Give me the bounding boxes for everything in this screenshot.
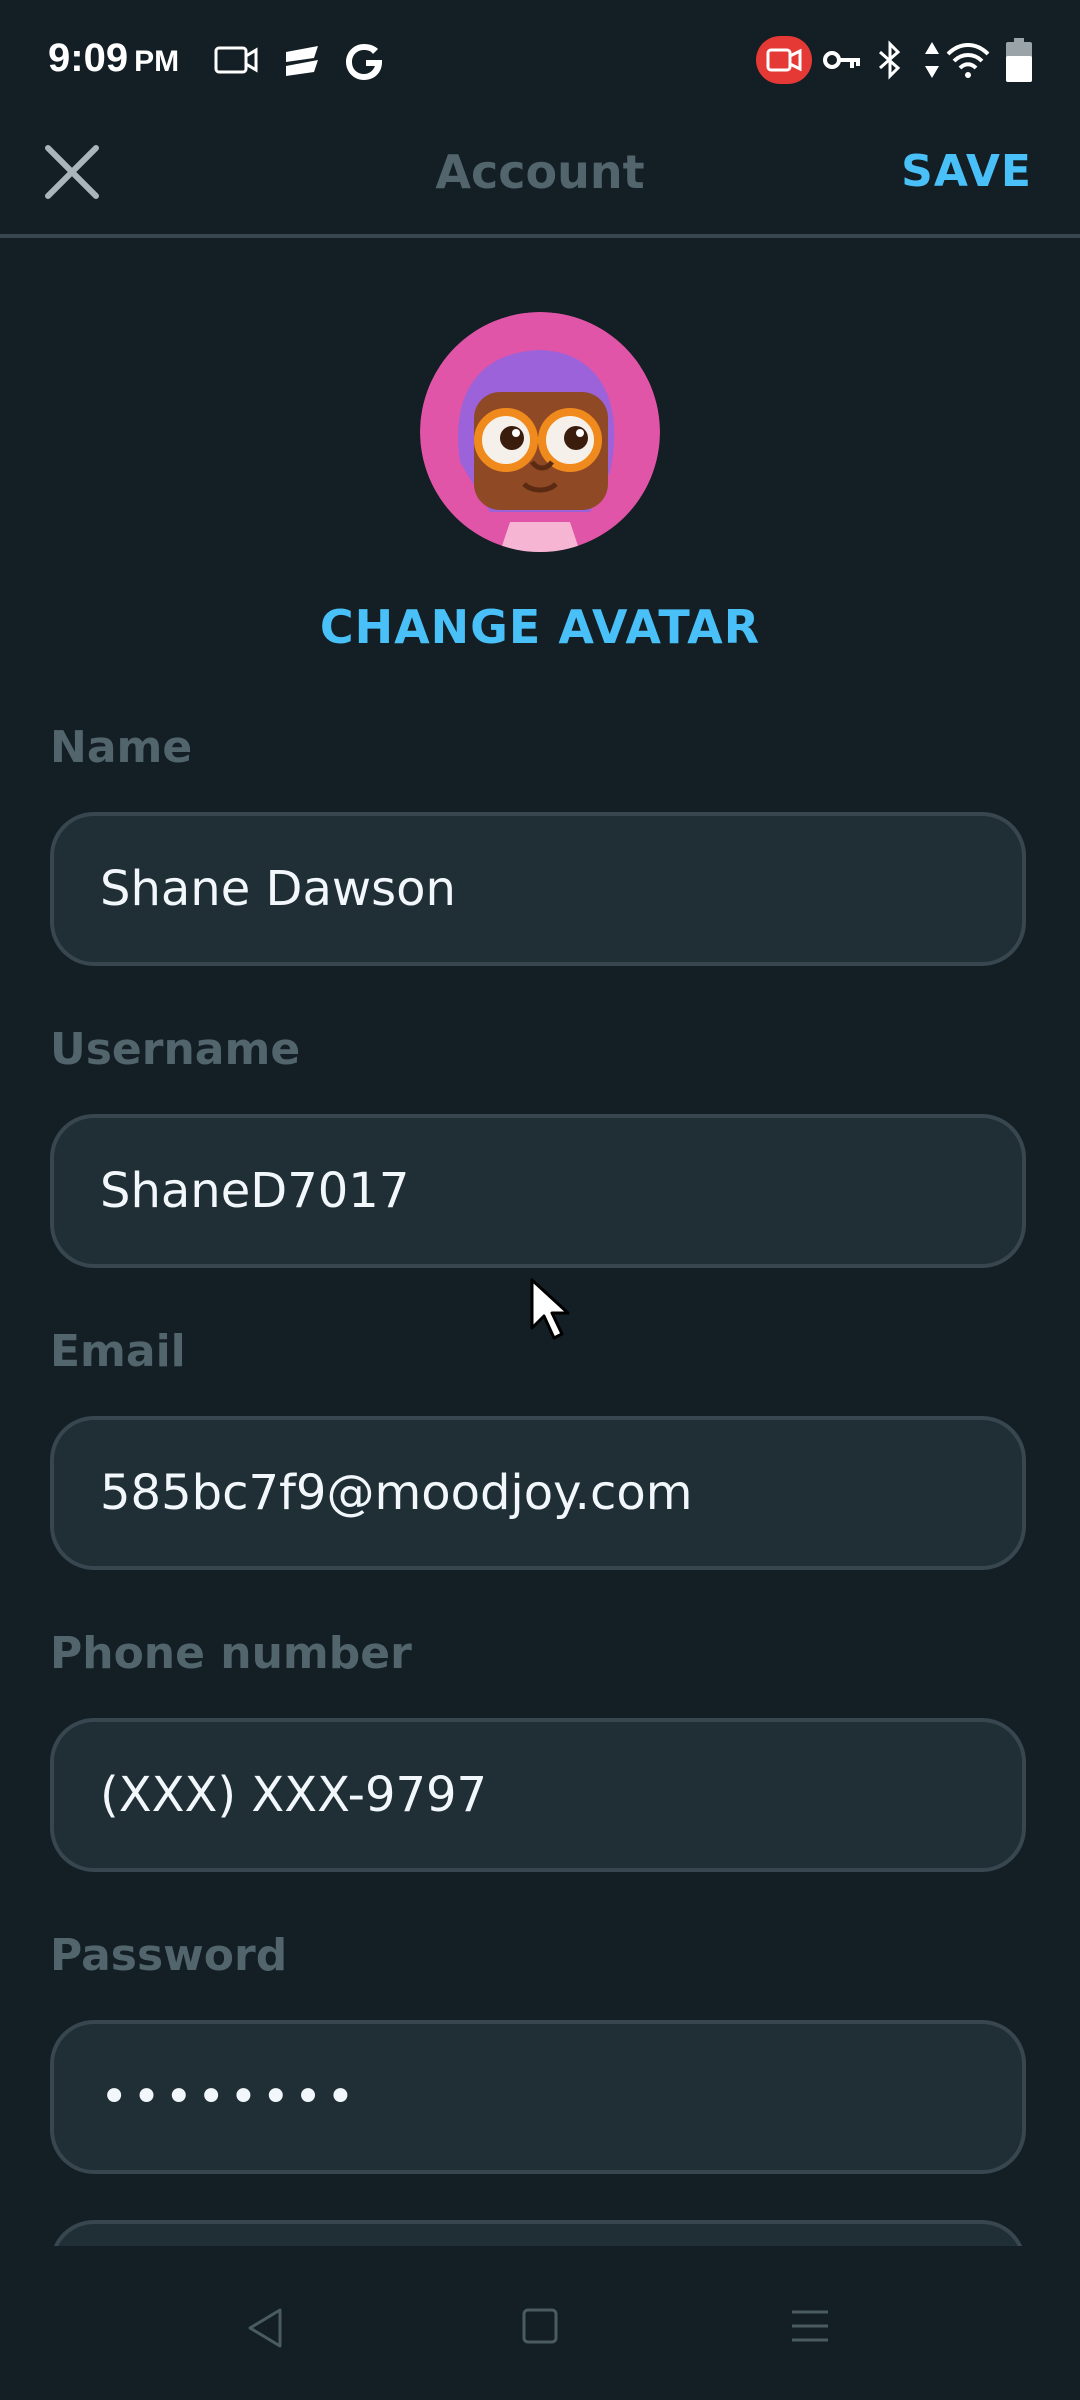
- email-field[interactable]: 585bc7f9@moodjoy.com: [50, 1416, 1026, 1570]
- system-nav-bar: [0, 2268, 1080, 2400]
- email-label: Email: [50, 1326, 186, 1377]
- google-icon: [346, 44, 382, 80]
- app-header: Account SAVE: [0, 120, 1080, 236]
- screen-record-icon: [214, 46, 258, 74]
- username-field[interactable]: ShaneD7017: [50, 1114, 1026, 1268]
- name-field[interactable]: Shane Dawson: [50, 812, 1026, 966]
- battery-icon: [1006, 38, 1032, 82]
- change-avatar-button[interactable]: CHANGE AVATAR: [0, 600, 1080, 654]
- password-value: ••••••••: [100, 2069, 359, 2125]
- email-value: 585bc7f9@moodjoy.com: [100, 1465, 693, 1521]
- status-time: 9:09 PM: [48, 36, 179, 81]
- save-button[interactable]: SAVE: [901, 140, 1032, 204]
- name-label: Name: [50, 722, 193, 773]
- wifi-icon: [946, 43, 990, 78]
- recording-indicator-icon: [756, 36, 812, 84]
- status-time-value: 9:09: [48, 36, 129, 80]
- avatar-illustration: [420, 312, 660, 552]
- mouse-cursor-icon: [530, 1278, 570, 1340]
- phone-field[interactable]: (XXX) XXX-9797: [50, 1718, 1026, 1872]
- home-icon[interactable]: [520, 2306, 560, 2346]
- header-divider: [0, 234, 1080, 238]
- back-icon[interactable]: [244, 2306, 288, 2350]
- phone-label: Phone number: [50, 1628, 412, 1679]
- username-label: Username: [50, 1024, 301, 1075]
- password-label: Password: [50, 1930, 288, 1981]
- vpn-key-icon: [823, 51, 860, 69]
- name-value: Shane Dawson: [100, 861, 456, 917]
- status-bar: 9:09 PM: [0, 0, 1080, 120]
- status-time-ampm: PM: [134, 45, 180, 78]
- avatar[interactable]: [420, 312, 660, 552]
- phone-value: (XXX) XXX-9797: [100, 1767, 488, 1823]
- app-notification-icon: [286, 46, 318, 76]
- password-field[interactable]: ••••••••: [50, 2020, 1026, 2174]
- bluetooth-icon: [879, 40, 901, 80]
- recents-icon[interactable]: [790, 2306, 830, 2346]
- data-arrows-icon: [925, 42, 939, 78]
- username-value: ShaneD7017: [100, 1163, 410, 1219]
